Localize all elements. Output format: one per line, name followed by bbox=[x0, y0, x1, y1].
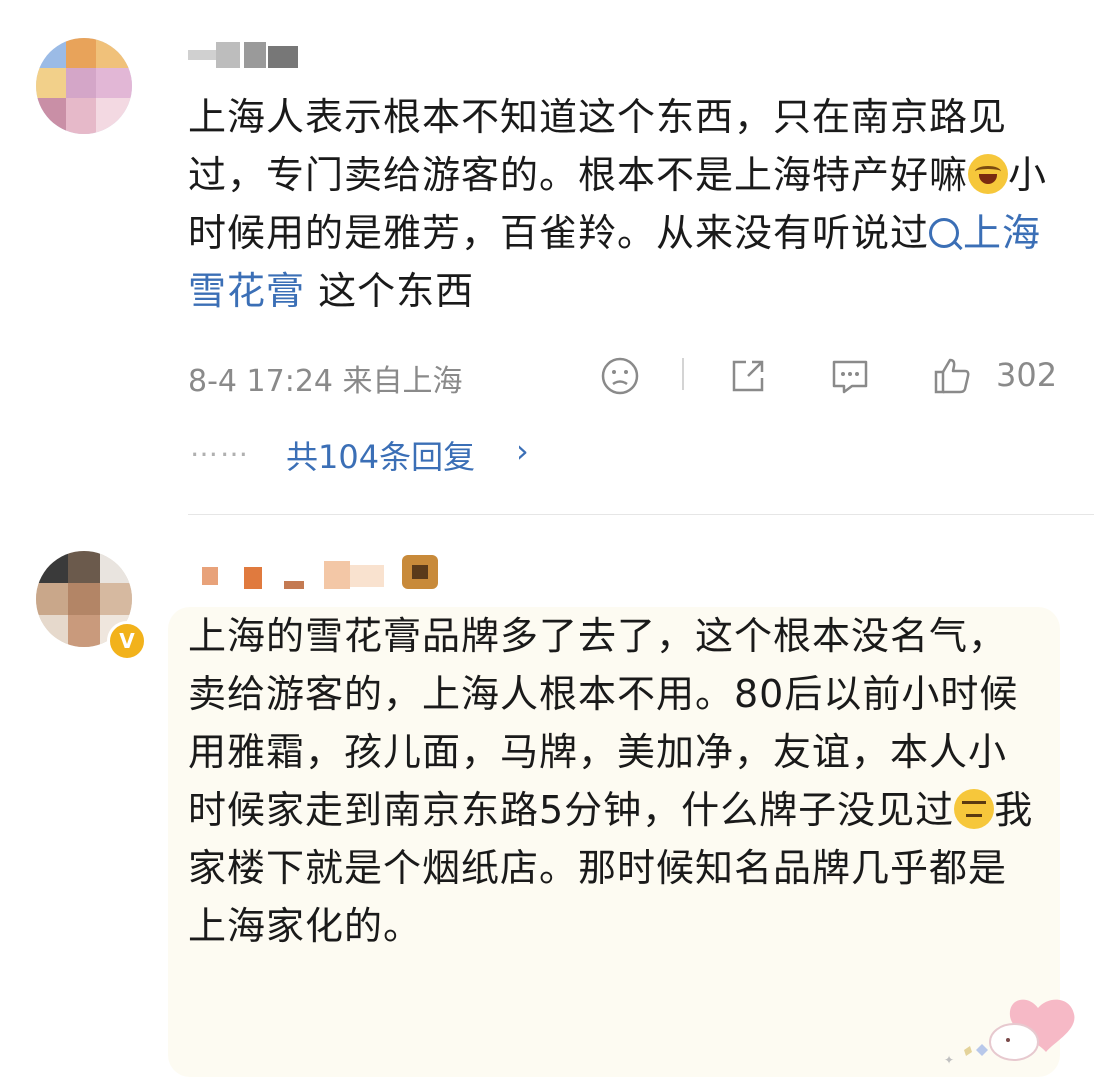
comment-text: 上海的雪花膏品牌多了去了，这个根本没名气，卖给游客的，上海人根本不用。80后以前… bbox=[188, 614, 1034, 948]
timestamp: 8-4 17:24 来自上海 bbox=[188, 364, 463, 399]
share-icon[interactable] bbox=[726, 354, 770, 398]
replies-row[interactable]: …… 共104条回复 › bbox=[190, 430, 690, 476]
thinking-emoji bbox=[954, 789, 995, 829]
search-icon bbox=[929, 218, 960, 248]
svg-text:✦: ✦ bbox=[944, 1053, 954, 1067]
view-replies-link[interactable]: 共104条回复 bbox=[286, 432, 475, 478]
divider bbox=[682, 358, 684, 390]
reply-dots: …… bbox=[190, 430, 250, 463]
comment-icon[interactable] bbox=[828, 354, 872, 398]
like-icon[interactable] bbox=[930, 354, 974, 398]
avatar[interactable] bbox=[36, 38, 132, 134]
like-count: 302 bbox=[996, 356, 1058, 394]
comment-meta-row: 8-4 17:24 来自上海 302 bbox=[188, 352, 1068, 399]
username[interactable] bbox=[188, 36, 308, 76]
verified-badge: V bbox=[107, 621, 147, 661]
dislike-face-icon[interactable] bbox=[598, 354, 642, 398]
comment-text: 上海人表示根本不知道这个东西，只在南京路见过，专门卖给游客的。根本不是上海特产好… bbox=[188, 95, 1048, 313]
laugh-cry-emoji bbox=[968, 154, 1009, 194]
chevron-right-icon: › bbox=[516, 432, 529, 470]
comment-item: V 上海的雪花膏品牌多了去了，这个根本没名气，卖给游客的，上海人根本不用。80后… bbox=[0, 515, 1094, 1080]
comment-item: 上海人表示根本不知道这个东西，只在南京路见过，专门卖给游客的。根本不是上海特产好… bbox=[0, 0, 1094, 515]
username[interactable] bbox=[188, 555, 458, 595]
bubble-decoration: ✦ bbox=[936, 990, 1076, 1070]
